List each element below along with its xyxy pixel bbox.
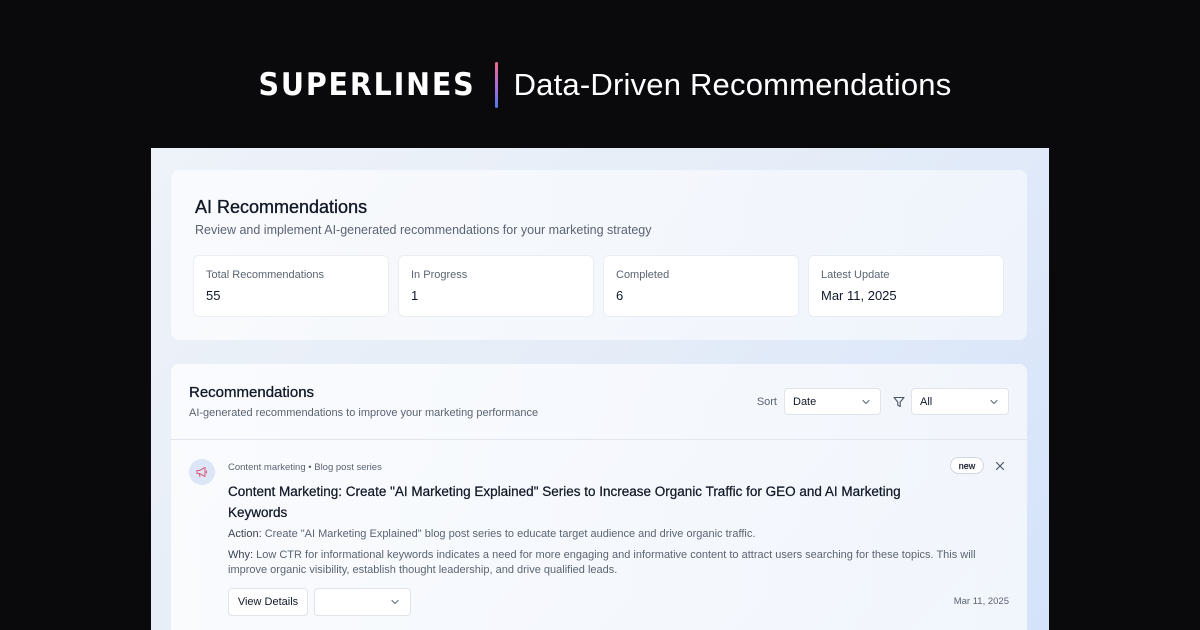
close-icon[interactable] xyxy=(994,460,1006,472)
recommendation-date: Mar 11, 2025 xyxy=(953,596,1009,607)
recommendation-item: Content marketing • Blog post series new… xyxy=(171,441,1027,630)
filter-select-value: All xyxy=(920,395,933,408)
recommendation-meta: Content marketing • Blog post series xyxy=(228,462,382,473)
megaphone-icon xyxy=(189,459,215,485)
stat-in-progress: In Progress 1 xyxy=(399,256,593,316)
hero-header: SUPERLINES Data-Driven Recommendations xyxy=(0,60,1200,110)
stat-total-recommendations: Total Recommendations 55 xyxy=(194,256,388,316)
filter-select[interactable]: All xyxy=(911,388,1009,415)
recommendation-action: Action: Create "AI Marketing Explained" … xyxy=(228,528,988,540)
chevron-down-icon xyxy=(990,399,998,404)
section-subtitle: AI-generated recommendations to improve … xyxy=(189,407,539,419)
sort-label: Sort xyxy=(756,395,777,408)
list-controls: Sort Date All xyxy=(757,388,1009,415)
stats-row: Total Recommendations 55 In Progress 1 C… xyxy=(194,256,1003,316)
why-text: Low CTR for informational keywords indic… xyxy=(228,549,976,576)
recommendations-card: Recommendations AI-generated recommendat… xyxy=(171,364,1027,630)
status-badge: new xyxy=(950,457,984,474)
recommendations-header: Recommendations AI-generated recommendat… xyxy=(171,364,1027,440)
stat-label: Completed xyxy=(616,269,670,281)
stat-label: In Progress xyxy=(411,269,468,281)
stat-value: 1 xyxy=(411,288,419,303)
app-panel: AI Recommendations Review and implement … xyxy=(151,148,1049,630)
recommendation-title: Content Marketing: Create "AI Marketing … xyxy=(228,484,901,520)
action-text: Create "AI Marketing Explained" blog pos… xyxy=(264,528,756,540)
chevron-down-icon xyxy=(862,399,870,404)
action-label: Action: xyxy=(228,528,262,540)
stat-value: 6 xyxy=(616,288,624,303)
superlines-logo: SUPERLINES xyxy=(258,67,476,103)
page-title: AI Recommendations xyxy=(195,197,368,217)
recommendation-why: Why: Low CTR for informational keywords … xyxy=(228,548,988,578)
hero-title: Data-Driven Recommendations xyxy=(513,67,952,102)
stat-label: Total Recommendations xyxy=(206,269,325,281)
stat-value: Mar 11, 2025 xyxy=(821,288,897,303)
page-subtitle: Review and implement AI-generated recomm… xyxy=(195,223,652,237)
section-title: Recommendations xyxy=(189,384,315,401)
why-label: Why: xyxy=(228,549,254,561)
status-select[interactable] xyxy=(314,588,411,616)
stat-value: 55 xyxy=(206,288,221,303)
stat-label: Latest Update xyxy=(821,269,890,281)
stat-latest-update: Latest Update Mar 11, 2025 xyxy=(809,256,1003,316)
chevron-down-icon xyxy=(391,599,399,605)
sort-select-value: Date xyxy=(793,395,817,408)
sort-select[interactable]: Date xyxy=(784,388,881,415)
stat-completed: Completed 6 xyxy=(604,256,798,316)
hero-divider xyxy=(494,62,498,108)
filter-icon xyxy=(893,396,905,407)
view-details-button[interactable]: View Details xyxy=(228,588,308,616)
summary-card: AI Recommendations Review and implement … xyxy=(171,170,1027,340)
